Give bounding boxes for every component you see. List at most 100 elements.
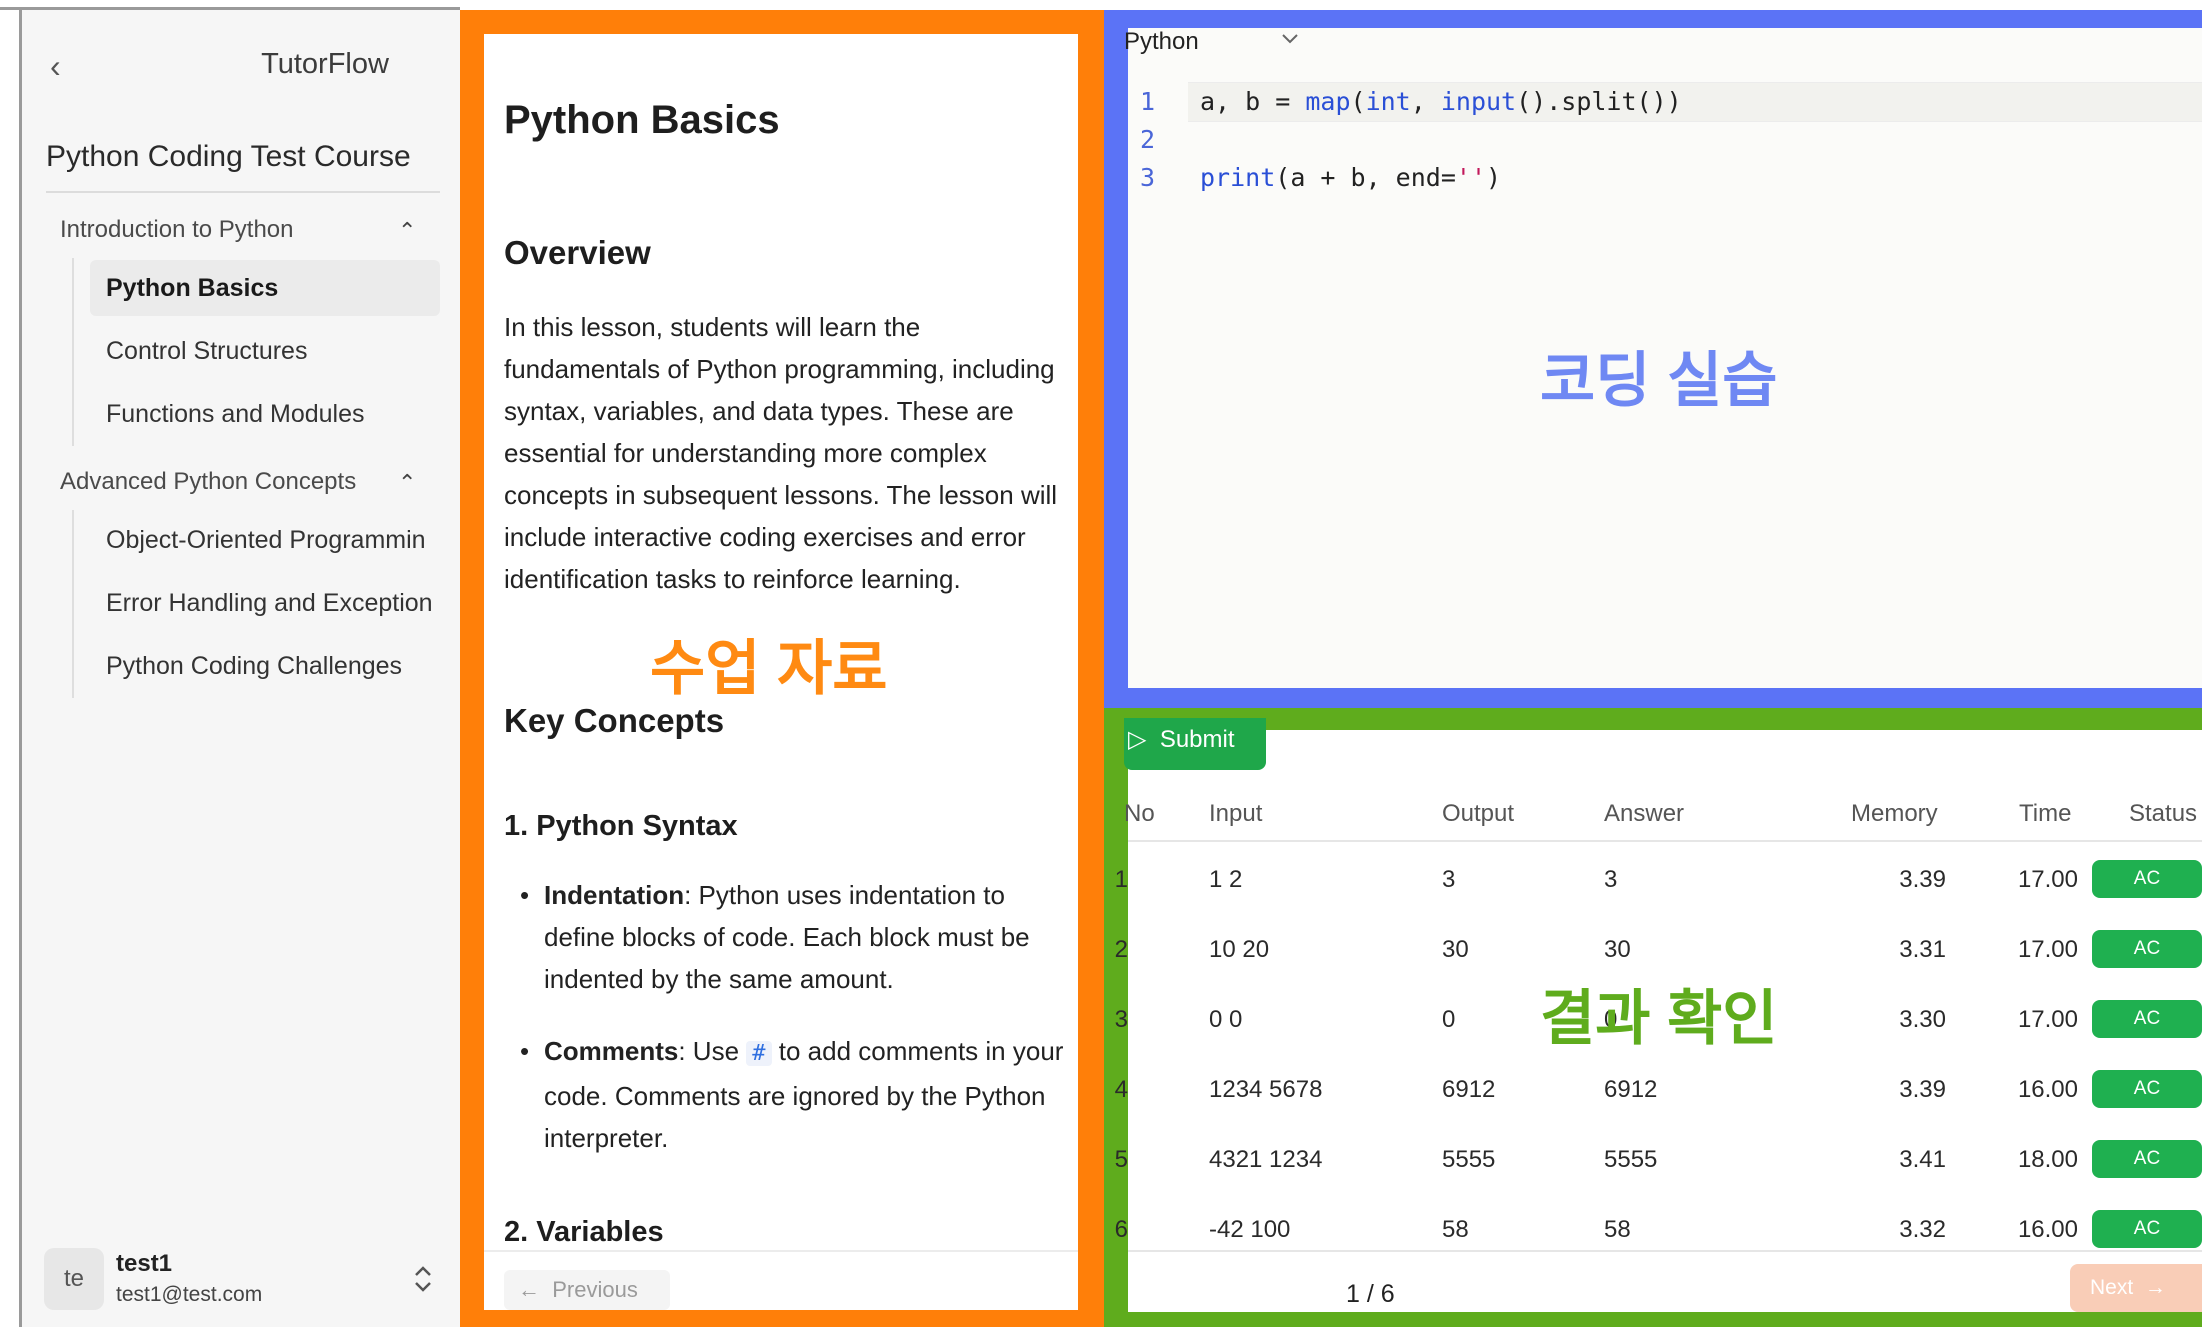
cell-output: 6912 (1442, 1076, 1496, 1103)
status-badge: AC (2092, 860, 2202, 898)
submit-label: Submit (1159, 726, 1235, 753)
cell-memory: 3.31 (1899, 936, 1946, 963)
cell-input: 0 0 (1209, 1006, 1243, 1033)
sidebar-item-oop[interactable]: Object-Oriented Programmin (90, 512, 440, 568)
sidebar-item-coding-challenges[interactable]: Python Coding Challenges (90, 638, 440, 694)
page-title: Python Basics (504, 98, 780, 142)
brand-name: TutorFlow (261, 48, 389, 80)
cell-time: 16.00 (2017, 1216, 2078, 1243)
column-header-status: Status (2129, 800, 2198, 827)
column-header-output: Output (1442, 800, 1515, 827)
section-header-advanced[interactable]: Advanced Python Concepts (60, 468, 356, 496)
variables-heading: 2. Variables (504, 1216, 664, 1248)
status-badge: AC (2092, 1070, 2202, 1108)
chevron-down-icon[interactable] (1280, 28, 1300, 54)
tree-line (72, 510, 74, 698)
arrow-right-icon: → (2144, 1276, 2166, 1299)
overview-text: In this lesson, students will learn the … (504, 312, 1058, 594)
cell-answer: 6912 (1604, 1076, 1658, 1103)
divider (46, 191, 440, 193)
chevron-up-icon[interactable]: ⌃ (398, 218, 416, 244)
play-icon: ▷ (1128, 726, 1147, 753)
next-label: Next (2090, 1276, 2134, 1299)
cell-time: 17.00 (2017, 1006, 2078, 1033)
editor-overlay-label: 코딩 실습 (1540, 347, 1778, 414)
divider (1128, 1250, 2202, 1252)
bullet-text: Indentation: Python uses indentation to … (544, 874, 1066, 1000)
divider (1128, 840, 2202, 842)
status-badge: AC (2092, 1210, 2202, 1248)
cell-output: 0 (1442, 1006, 1456, 1033)
column-header-memory: Memory (1851, 800, 1938, 827)
cell-input: -42 100 (1209, 1216, 1291, 1243)
code-line[interactable]: a, b = map(int, input().split()) (1200, 87, 1682, 116)
key-concepts-heading: Key Concepts (504, 702, 725, 739)
cell-time: 16.00 (2017, 1076, 2078, 1103)
cell-output: 58 (1442, 1216, 1469, 1243)
list-item: • Indentation: Python uses indentation t… (520, 874, 1066, 1002)
tree-line (72, 258, 74, 446)
list-item: • Comments: Use # to add comments in you… (520, 1030, 1066, 1158)
column-header-no: No (1124, 800, 1155, 827)
cell-memory: 3.41 (1899, 1146, 1946, 1173)
cell-time: 18.00 (2017, 1146, 2078, 1173)
column-header-time: Time (2019, 800, 2072, 827)
sidebar-top-edge (0, 0, 460, 10)
syntax-heading: 1. Python Syntax (504, 810, 738, 842)
sidebar-item-python-basics[interactable]: Python Basics (90, 260, 440, 316)
previous-label: Previous (552, 1277, 638, 1302)
line-number: 1 (1140, 87, 1156, 116)
chevron-up-down-icon[interactable] (412, 1262, 434, 1303)
bullet-term: Comments (544, 1036, 679, 1066)
inline-code: # (746, 1041, 772, 1066)
cell-time: 17.00 (2017, 936, 2078, 963)
cell-no: 6 (1114, 1216, 1128, 1243)
cell-memory: 3.30 (1899, 1006, 1946, 1033)
cell-input: 10 20 (1209, 936, 1270, 963)
cell-no: 1 (1114, 866, 1128, 893)
sidebar-item-functions-modules[interactable]: Functions and Modules (90, 386, 440, 442)
cell-no: 4 (1114, 1076, 1128, 1103)
cell-output: 3 (1442, 866, 1456, 893)
column-header-input: Input (1209, 800, 1263, 827)
cell-memory: 3.39 (1899, 1076, 1946, 1103)
cell-answer: 3 (1604, 866, 1618, 893)
column-header-answer: Answer (1604, 800, 1685, 827)
bullet-dot: • (520, 1036, 530, 1066)
cell-answer: 5555 (1604, 1146, 1658, 1173)
section-header-introduction[interactable]: Introduction to Python (60, 216, 293, 244)
status-badge: AC (2092, 1140, 2202, 1178)
cell-time: 17.00 (2017, 866, 2078, 893)
previous-button[interactable]: ← Previous (504, 1270, 670, 1310)
back-icon[interactable]: ‹ (50, 48, 61, 85)
code-line[interactable]: print(a + b, end='') (1200, 163, 1501, 192)
avatar[interactable]: te (44, 1248, 104, 1310)
next-button[interactable]: Next → (2070, 1264, 2202, 1312)
cell-input: 1 2 (1209, 866, 1243, 893)
user-name: test1 (116, 1250, 173, 1277)
chevron-up-icon[interactable]: ⌃ (398, 470, 416, 496)
cell-output: 30 (1442, 936, 1469, 963)
sidebar-item-error-handling[interactable]: Error Handling and Exception (90, 575, 440, 631)
submit-button[interactable]: ▷ Submit (1124, 718, 1266, 770)
cell-output: 5555 (1442, 1146, 1496, 1173)
cell-memory: 3.39 (1899, 866, 1946, 893)
status-badge: AC (2092, 1000, 2202, 1038)
sidebar-item-control-structures[interactable]: Control Structures (90, 323, 440, 379)
cell-input: 1234 5678 (1209, 1076, 1323, 1103)
lesson-overlay-label: 수업 자료 (650, 635, 888, 702)
sidebar-left-edge (0, 0, 22, 1327)
cell-no: 3 (1114, 1006, 1128, 1033)
results-overlay-label: 결과 확인 (1540, 985, 1778, 1052)
arrow-left-icon: ← (518, 1277, 540, 1302)
line-number: 3 (1140, 163, 1156, 192)
bullet-body: : Use (678, 1036, 747, 1066)
line-number: 2 (1140, 125, 1156, 154)
user-email: test1@test.com (116, 1283, 263, 1306)
bullet-dot: • (520, 880, 530, 910)
overview-heading: Overview (504, 234, 651, 271)
language-select[interactable]: Python (1124, 28, 1199, 56)
status-badge: AC (2092, 930, 2202, 968)
cell-input: 4321 1234 (1209, 1146, 1323, 1173)
course-title: Python Coding Test Course (46, 140, 411, 173)
